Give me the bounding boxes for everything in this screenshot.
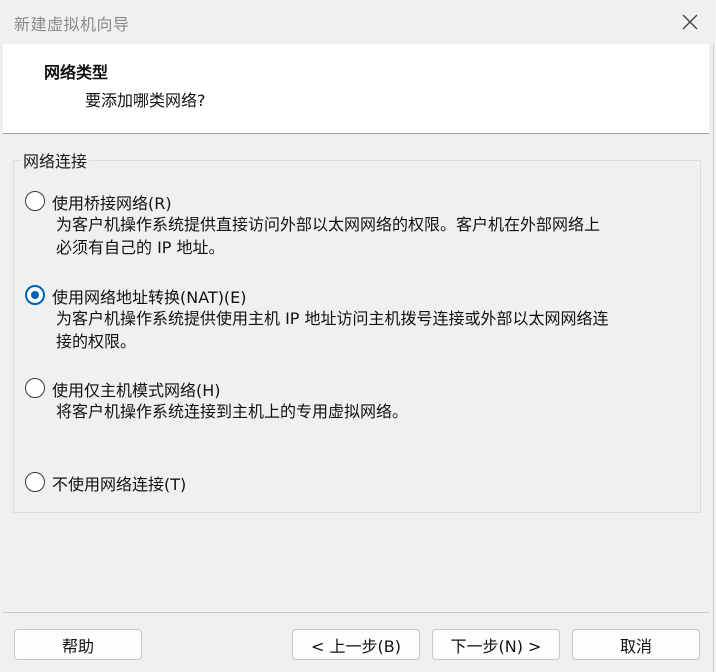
option-nat-description: 为客户机操作系统提供使用主机 IP 地址访问主机拨号连接或外部以太网网络连 接的… — [56, 307, 696, 353]
new-vm-wizard-dialog: 新建虚拟机向导 网络类型 要添加哪类网络? 网络连接 使用桥接网络(R) 为客户… — [0, 0, 714, 672]
next-button[interactable]: 下一步(N) > — [432, 629, 560, 660]
option-nat-desc-line1: 为客户机操作系统提供使用主机 IP 地址访问主机拨号连接或外部以太网网络连 — [56, 309, 609, 328]
cancel-button[interactable]: 取消 — [572, 629, 700, 660]
option-bridged-desc-line1: 为客户机操作系统提供直接访问外部以太网网络的权限。客户机在外部网络上 — [56, 215, 601, 234]
footer-divider — [3, 612, 709, 613]
window-title: 新建虚拟机向导 — [14, 15, 130, 34]
option-nat-desc-line2: 接的权限。 — [56, 332, 137, 351]
close-button[interactable] — [674, 6, 706, 38]
option-host-only-description: 将客户机操作系统连接到主机上的专用虚拟网络。 — [56, 400, 696, 423]
radio-bridged[interactable] — [25, 191, 45, 211]
option-bridged-desc-line2: 必须有自己的 IP 地址。 — [56, 238, 225, 257]
group-legend: 网络连接 — [23, 152, 88, 171]
option-no-network-label[interactable]: 不使用网络连接(T) — [52, 471, 186, 495]
title-bar: 新建虚拟机向导 — [0, 0, 714, 44]
radio-no-network[interactable] — [25, 472, 45, 492]
radio-host-only[interactable] — [25, 378, 45, 398]
close-icon — [682, 14, 698, 30]
wizard-header: 网络类型 要添加哪类网络? — [3, 44, 709, 134]
page-subtitle: 要添加哪类网络? — [85, 91, 206, 110]
help-button[interactable]: 帮助 — [14, 629, 142, 660]
page-title: 网络类型 — [44, 63, 109, 82]
radio-nat[interactable] — [25, 285, 45, 305]
option-host-only-label[interactable]: 使用仅主机模式网络(H) — [52, 377, 221, 401]
option-host-only-desc-line1: 将客户机操作系统连接到主机上的专用虚拟网络。 — [56, 402, 409, 421]
option-bridged-label[interactable]: 使用桥接网络(R) — [52, 190, 172, 214]
back-button[interactable]: < 上一步(B) — [292, 629, 420, 660]
option-bridged-description: 为客户机操作系统提供直接访问外部以太网网络的权限。客户机在外部网络上 必须有自己… — [56, 213, 696, 259]
option-nat-label[interactable]: 使用网络地址转换(NAT)(E) — [52, 284, 247, 308]
